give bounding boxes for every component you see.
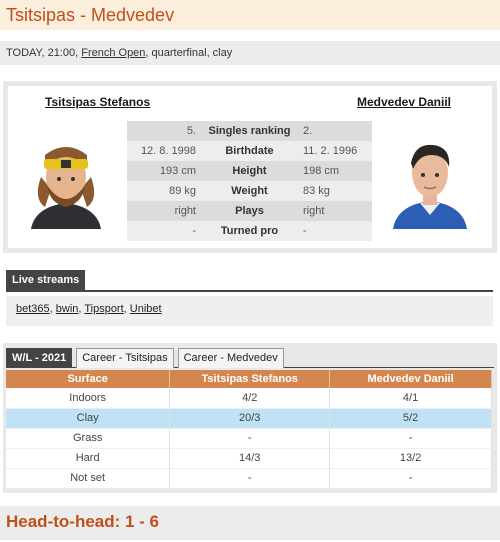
match-info-bar: TODAY, 21:00, French Open, quarterfinal,… [0, 41, 500, 65]
stat-label: Turned pro [202, 221, 297, 241]
live-streams-tab: Live streams [6, 270, 86, 290]
column-header-left-player[interactable]: Tsitsipas Stefanos [169, 370, 331, 388]
column-header-right-player[interactable]: Medvedev Daniil [329, 370, 492, 388]
stat-label: Weight [202, 181, 297, 201]
left-player-cell: - [169, 468, 331, 489]
left-player-cell: 20/3 [169, 408, 331, 429]
left-value: right [127, 201, 202, 221]
right-value: 11. 2. 1996 [297, 141, 372, 161]
match-time: TODAY, 21:00, [6, 47, 82, 59]
stats-row: 5. Singles ranking 2. [127, 121, 372, 141]
tab-career-tsitsipas[interactable]: Career - Tsitsipas [76, 348, 174, 368]
win-loss-panel: W/L - 2021 Career - Tsitsipas Career - Med… [3, 343, 497, 493]
player-stats-table: 5. Singles ranking 2. 12. 8. 1998 Birthd… [127, 121, 372, 241]
left-player-cell: - [169, 428, 331, 449]
table-header-row: Surface Tsitsipas Stefanos Medvedev Dani… [6, 370, 492, 388]
stream-link-bwin[interactable]: bwin [56, 303, 79, 315]
head-to-head-score: Head-to-head: 1 - 6 [6, 512, 160, 531]
tab-career-medvedev[interactable]: Career - Medvedev [177, 348, 284, 368]
right-value: 83 kg [297, 181, 372, 201]
stats-row: 193 cm Height 198 cm [127, 161, 372, 181]
right-value: 198 cm [297, 161, 372, 181]
title-bar: Tsitsipas - Medvedev [0, 0, 500, 30]
right-value: 2. [297, 121, 372, 141]
player-right-photo [385, 129, 475, 229]
live-streams-links: bet365, bwin, Tipsport, Unibet [6, 296, 493, 326]
left-player-cell: 14/3 [169, 448, 331, 469]
stats-row: - Turned pro - [127, 221, 372, 241]
left-value: 12. 8. 1998 [127, 141, 202, 161]
table-row-highlighted: Clay 20/3 5/2 [6, 408, 492, 429]
live-streams-header: Live streams [6, 270, 493, 292]
tournament-link[interactable]: French Open [81, 47, 145, 59]
surface-cell: Indoors [6, 388, 171, 409]
right-player-cell: - [329, 428, 492, 449]
left-player-cell: 4/2 [169, 388, 331, 409]
win-loss-table: Surface Tsitsipas Stefanos Medvedev Dani… [6, 370, 492, 489]
left-value: 89 kg [127, 181, 202, 201]
stats-row: right Plays right [127, 201, 372, 221]
right-player-cell: 4/1 [329, 388, 492, 409]
win-loss-tabs: W/L - 2021 Career - Tsitsipas Career - Med… [6, 348, 494, 368]
stat-label: Birthdate [202, 141, 297, 161]
tab-wl-2021[interactable]: W/L - 2021 [6, 348, 73, 368]
player-left-photo [21, 129, 111, 229]
right-player-cell: 5/2 [329, 408, 492, 429]
player-right-name-link[interactable]: Medvedev Daniil [357, 95, 451, 109]
surface-cell: Not set [6, 468, 171, 489]
table-row: Grass - - [6, 428, 492, 449]
stream-link-unibet[interactable]: Unibet [130, 303, 162, 315]
table-row: Not set - - [6, 468, 492, 489]
column-header-surface[interactable]: Surface [6, 370, 171, 388]
stream-link-bet365[interactable]: bet365 [16, 303, 50, 315]
stat-label: Singles ranking [202, 121, 297, 141]
right-value: right [297, 201, 372, 221]
surface-cell: Hard [6, 448, 171, 469]
surface-cell: Grass [6, 428, 171, 449]
left-value: 193 cm [127, 161, 202, 181]
right-value: - [297, 221, 372, 241]
table-row: Indoors 4/2 4/1 [6, 388, 492, 409]
match-round-surface: , quarterfinal, clay [145, 47, 233, 59]
stats-row: 12. 8. 1998 Birthdate 11. 2. 1996 [127, 141, 372, 161]
players-panel: Tsitsipas Stefanos Medvedev Daniil 5. Si… [3, 81, 497, 253]
stat-label: Plays [202, 201, 297, 221]
right-player-cell: - [329, 468, 492, 489]
left-value: 5. [127, 121, 202, 141]
right-player-cell: 13/2 [329, 448, 492, 469]
head-to-head-bar: Head-to-head: 1 - 6 [0, 506, 500, 540]
stream-link-tipsport[interactable]: Tipsport [84, 303, 123, 315]
left-value: - [127, 221, 202, 241]
surface-cell: Clay [6, 408, 171, 429]
page-title: Tsitsipas - Medvedev [6, 5, 175, 25]
table-row: Hard 14/3 13/2 [6, 448, 492, 469]
stat-label: Height [202, 161, 297, 181]
stats-row: 89 kg Weight 83 kg [127, 181, 372, 201]
player-left-name-link[interactable]: Tsitsipas Stefanos [45, 95, 150, 109]
